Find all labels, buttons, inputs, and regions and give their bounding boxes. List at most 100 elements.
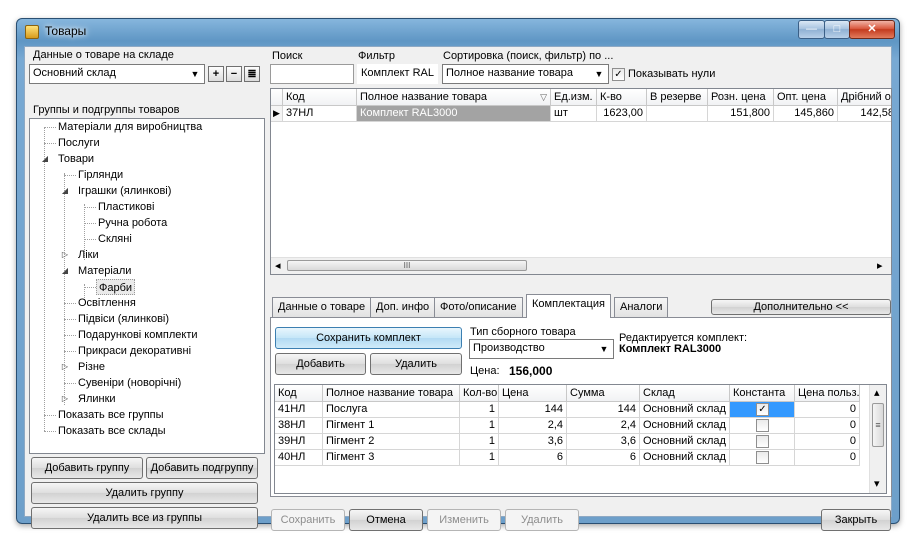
kit-col-price[interactable]: Цена <box>499 385 567 402</box>
kit-components-grid[interactable]: Код Полное название товара Кол-во Цена С… <box>274 384 887 494</box>
product-code[interactable]: 37НЛ <box>283 106 357 122</box>
close-window-button[interactable]: ✕ <box>849 20 895 39</box>
kit-row-store[interactable]: Основний склад <box>640 418 730 434</box>
tree-item-services[interactable]: Послуги <box>58 135 100 151</box>
product-qty[interactable]: 1623,00 <box>597 106 647 122</box>
kit-row-code[interactable]: 38НЛ <box>275 418 323 434</box>
const-checkbox[interactable] <box>756 435 769 448</box>
scroll-up-icon[interactable]: ▴ <box>874 386 880 399</box>
col-wholesale-price[interactable]: Опт. цена <box>774 89 838 106</box>
kit-row-code[interactable]: 41НЛ <box>275 402 323 418</box>
scroll-left-icon[interactable]: ◂ <box>275 259 281 272</box>
add-component-button[interactable]: Добавить <box>275 353 366 375</box>
tree-item-souvenirs[interactable]: Сувеніри (новорічні) <box>78 375 181 391</box>
kit-col-sum[interactable]: Сумма <box>567 385 640 402</box>
kit-row-store[interactable]: Основний склад <box>640 402 730 418</box>
kit-row-sum[interactable]: 6 <box>567 450 640 466</box>
kit-row-const-cell[interactable] <box>730 418 795 434</box>
kit-row-user-price[interactable]: 0 <box>795 418 860 434</box>
tree-item-goods[interactable]: Товари <box>58 151 94 167</box>
kit-row-name[interactable]: Пігмент 1 <box>323 418 460 434</box>
col-qty[interactable]: К-во <box>597 89 647 106</box>
kit-row-price[interactable]: 144 <box>499 402 567 418</box>
delete-all-from-group-button[interactable]: Удалить все из группы <box>31 507 258 529</box>
kit-col-qty[interactable]: Кол-во <box>460 385 499 402</box>
sort-select[interactable]: Полное название товара ▼ <box>442 64 609 84</box>
col-unit[interactable]: Ед.изм. <box>551 89 597 106</box>
warehouse-select[interactable]: Основний склад ▼ <box>29 64 205 84</box>
tree-item-glass[interactable]: Скляні <box>98 231 132 247</box>
collapse-arrow-icon[interactable]: ◢ <box>60 266 70 276</box>
kit-row-user-price[interactable]: 0 <box>795 450 860 466</box>
expand-arrow-icon[interactable]: ▷ <box>60 250 70 260</box>
product-small-wholesale[interactable]: 142,58 <box>838 106 891 122</box>
product-retail-price[interactable]: 151,800 <box>708 106 774 122</box>
tree-item-toys[interactable]: Іграшки (ялинкові) <box>78 183 171 199</box>
tab-kit[interactable]: Комплектация <box>526 294 611 318</box>
const-checkbox[interactable] <box>756 419 769 432</box>
tree-item-garlands[interactable]: Гірлянди <box>78 167 123 183</box>
kit-row-price[interactable]: 3,6 <box>499 434 567 450</box>
kit-col-const[interactable]: Константа <box>730 385 795 402</box>
kit-row-const-cell[interactable] <box>730 450 795 466</box>
show-zero-checkbox[interactable]: ✓ <box>612 68 625 81</box>
products-grid[interactable]: Код Полное название товара ▽ Ед.изм. К-в… <box>270 88 892 275</box>
product-name[interactable]: Комплект RAL3000 <box>357 106 551 122</box>
save-kit-button[interactable]: Сохранить комплект <box>275 327 462 349</box>
tree-item-medicine[interactable]: Ліки <box>78 247 99 263</box>
kit-row-code[interactable]: 40НЛ <box>275 450 323 466</box>
delete-group-button[interactable]: Удалить группу <box>31 482 258 504</box>
collapse-arrow-icon[interactable]: ◢ <box>60 186 70 196</box>
kit-col-name[interactable]: Полное название товара <box>323 385 460 402</box>
kit-row-name[interactable]: Пігмент 2 <box>323 434 460 450</box>
delete-button[interactable]: Удалить <box>505 509 579 531</box>
product-unit[interactable]: шт <box>551 106 597 122</box>
kit-type-select[interactable]: Производство ▼ <box>469 339 614 359</box>
minimize-button[interactable]: — <box>798 20 825 39</box>
cancel-button[interactable]: Отмена <box>349 509 423 531</box>
col-reserve[interactable]: В резерве <box>647 89 708 106</box>
kit-row-qty[interactable]: 1 <box>460 402 499 418</box>
kit-row-user-price[interactable]: 0 <box>795 434 860 450</box>
more-button[interactable]: Дополнительно << <box>711 299 891 315</box>
edit-button[interactable]: Изменить <box>427 509 501 531</box>
scroll-thumb[interactable]: III <box>287 260 527 271</box>
kit-row-const-cell[interactable] <box>730 434 795 450</box>
col-retail-price[interactable]: Розн. цена <box>708 89 774 106</box>
products-horizontal-scrollbar[interactable]: ◂ III ▸ <box>271 257 891 274</box>
tree-item-show-all-warehouses[interactable]: Показать все склады <box>58 423 166 439</box>
kit-vertical-scrollbar[interactable]: ▴ ≡ ▾ <box>869 385 886 493</box>
kit-row-qty[interactable]: 1 <box>460 418 499 434</box>
kit-row-price[interactable]: 6 <box>499 450 567 466</box>
product-wholesale-price[interactable]: 145,860 <box>774 106 838 122</box>
collapse-arrow-icon[interactable]: ◢ <box>40 154 50 164</box>
kit-row-qty[interactable]: 1 <box>460 434 499 450</box>
add-warehouse-button[interactable]: + <box>208 66 224 82</box>
col-code[interactable]: Код <box>283 89 357 106</box>
kit-col-store[interactable]: Склад <box>640 385 730 402</box>
save-button[interactable]: Сохранить <box>271 509 345 531</box>
expand-arrow-icon[interactable]: ▷ <box>60 362 70 372</box>
kit-row-const-cell[interactable]: ✓ <box>730 402 795 418</box>
col-small-wholesale[interactable]: Дрібний о <box>838 89 891 106</box>
delete-component-button[interactable]: Удалить <box>370 353 462 375</box>
kit-col-code[interactable]: Код <box>275 385 323 402</box>
tree-item-paints[interactable]: Фарби <box>96 279 136 295</box>
tree-item-materials-production[interactable]: Матеріали для виробництва <box>58 119 202 135</box>
scroll-thumb[interactable]: ≡ <box>872 403 884 447</box>
kit-row-sum[interactable]: 2,4 <box>567 418 640 434</box>
kit-row-store[interactable]: Основний склад <box>640 434 730 450</box>
tab-product-data[interactable]: Данные о товаре <box>272 297 372 317</box>
kit-row-name[interactable]: Пігмент 3 <box>323 450 460 466</box>
product-reserve[interactable] <box>647 106 708 122</box>
title-bar[interactable]: Товары — □ ✕ <box>17 19 899 45</box>
tab-extra-info[interactable]: Доп. инфо <box>370 297 436 317</box>
kit-row-sum[interactable]: 144 <box>567 402 640 418</box>
tree-item-gift-sets[interactable]: Подарункові комплекти <box>78 327 198 343</box>
scroll-down-icon[interactable]: ▾ <box>874 477 880 490</box>
tree-item-lighting[interactable]: Освітлення <box>78 295 136 311</box>
kit-col-user-price[interactable]: Цена польз. <box>795 385 860 402</box>
add-subgroup-button[interactable]: Добавить подгруппу <box>146 457 258 479</box>
groups-tree[interactable]: Матеріали для виробництва Послуги ◢ Това… <box>29 118 265 454</box>
document-icon[interactable]: ≣ <box>244 66 260 82</box>
